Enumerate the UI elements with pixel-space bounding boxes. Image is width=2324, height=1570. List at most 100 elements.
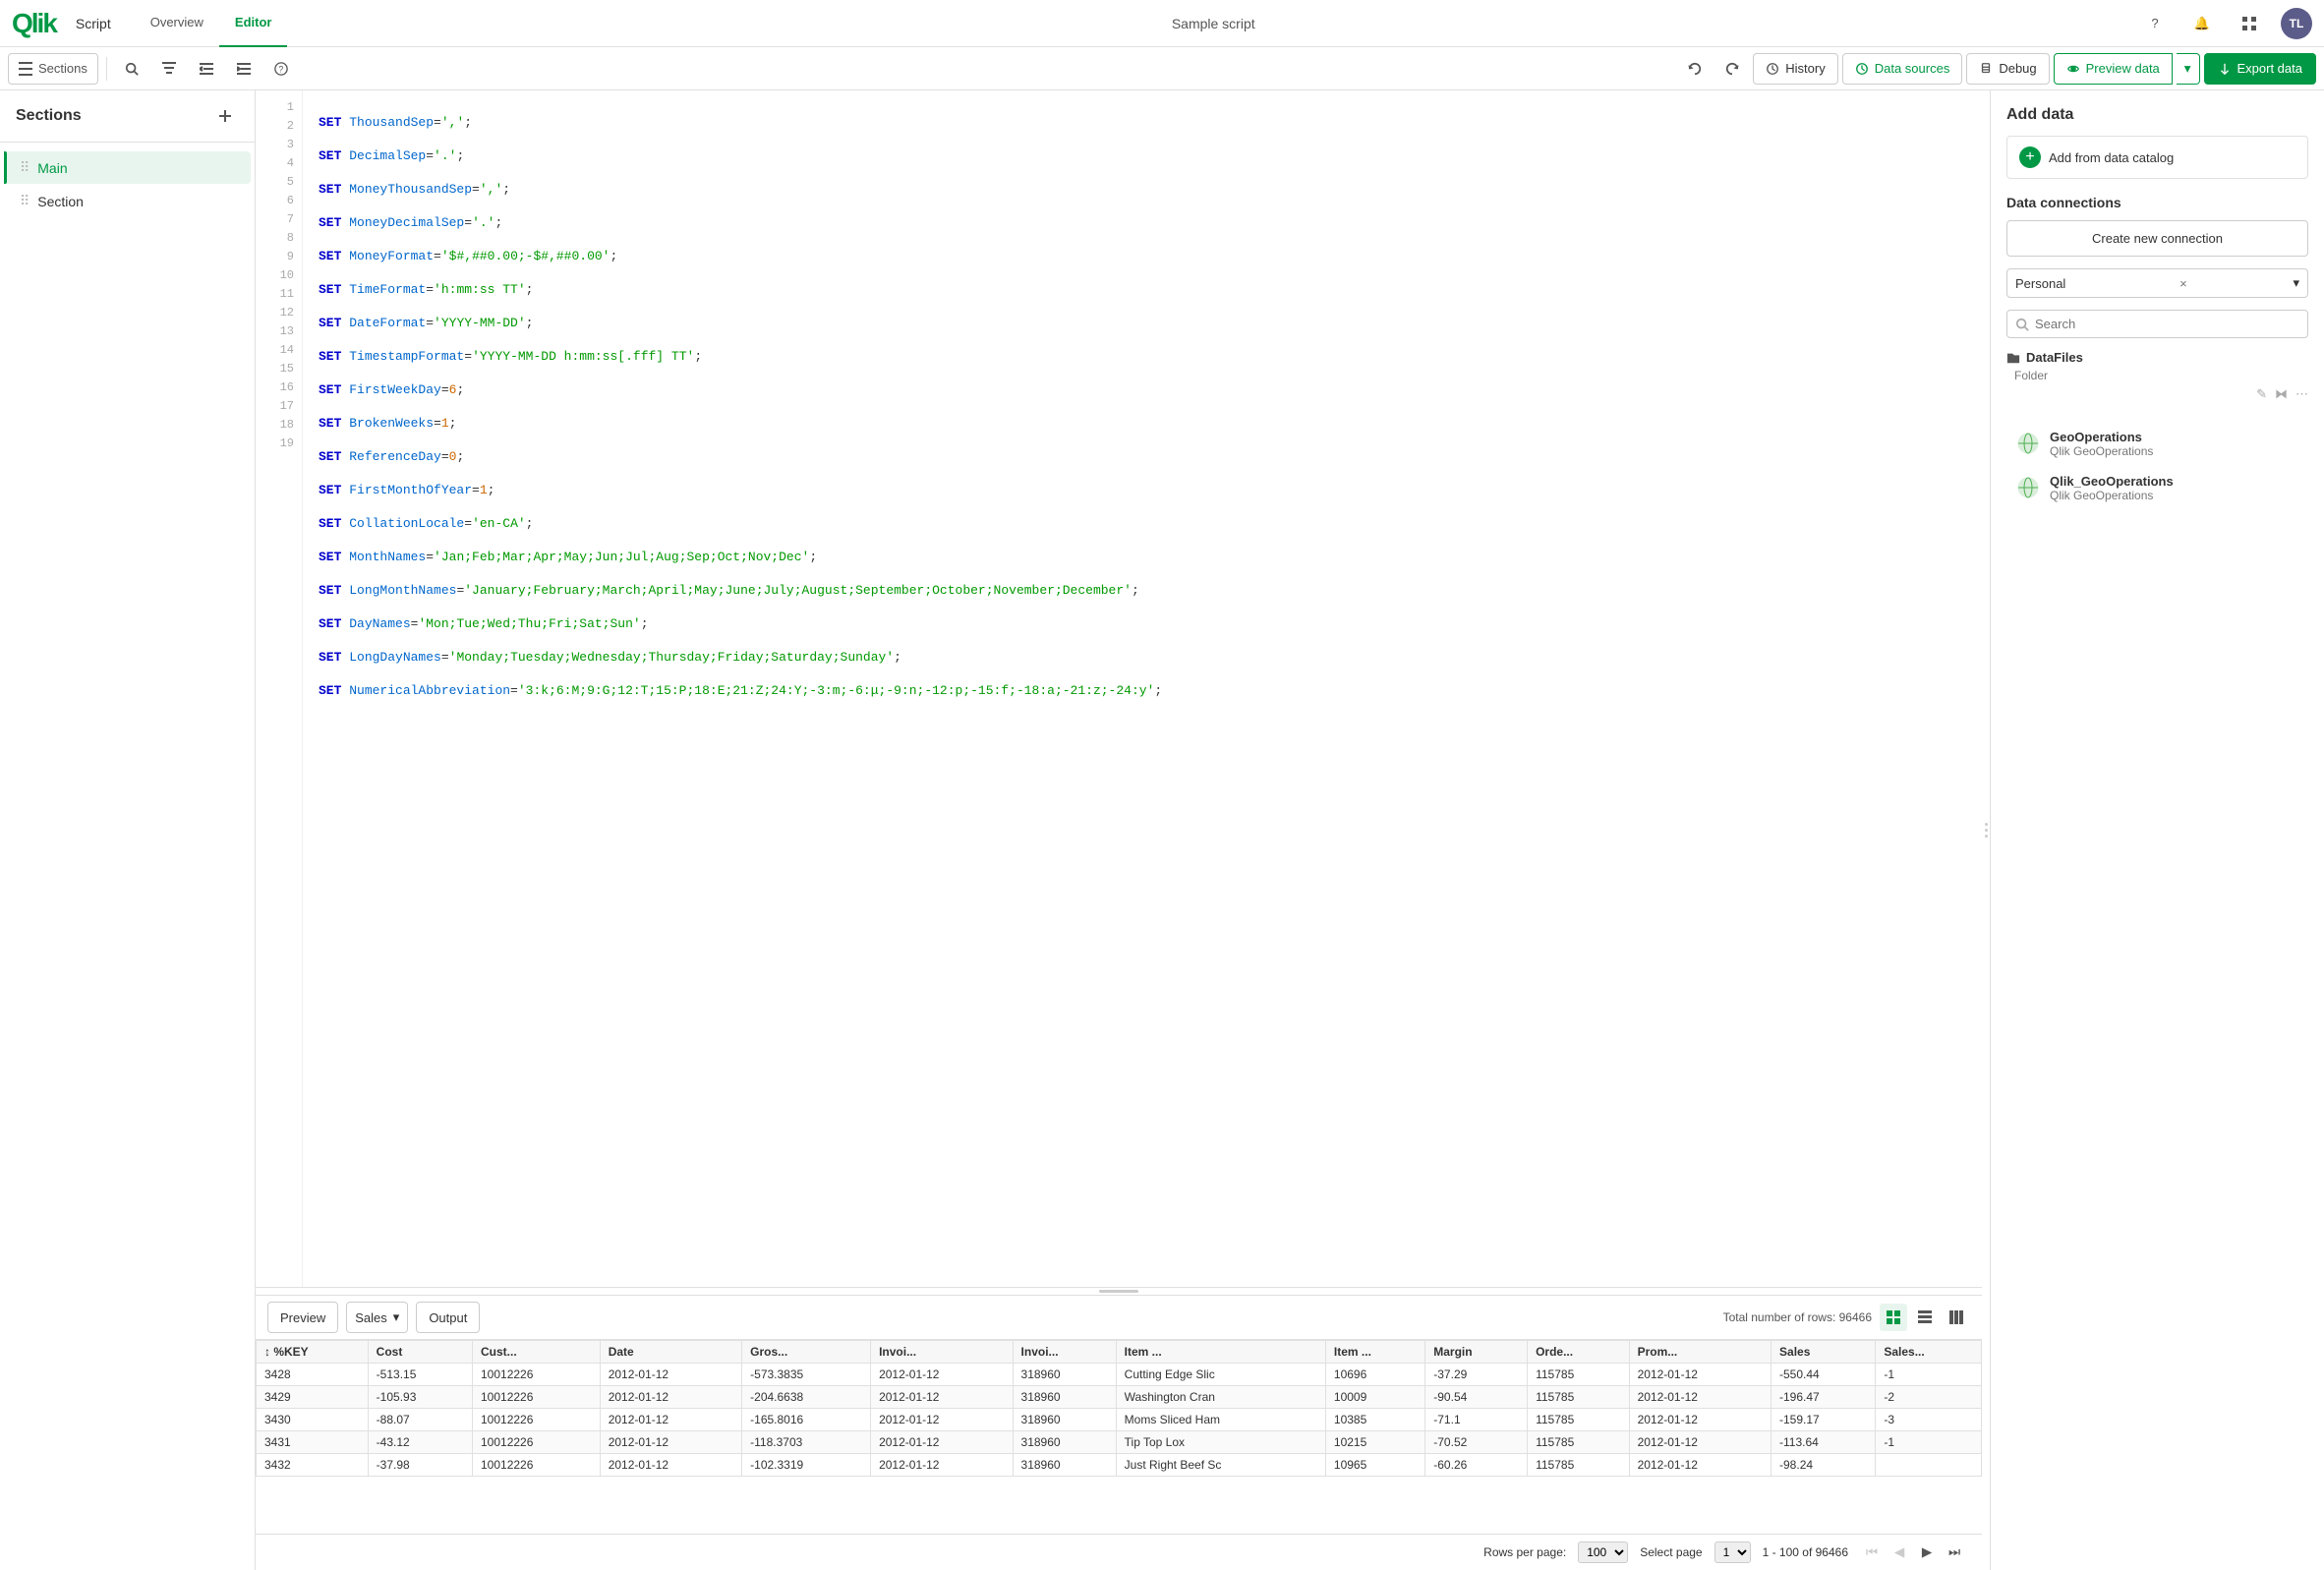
col-sales[interactable]: Sales (1772, 1341, 1876, 1364)
table-cell: 2012-01-12 (600, 1409, 741, 1431)
qlik-geoops-link-icon[interactable]: ⧓ (2249, 474, 2273, 497)
data-table-wrapper[interactable]: ↕ %KEY Cost Cust... Date Gros... Invoi..… (256, 1340, 1982, 1534)
add-section-button[interactable] (211, 102, 239, 130)
drag-handle-main[interactable]: ⠿ (20, 159, 29, 176)
search-icon (2015, 318, 2029, 331)
datafiles-folder[interactable]: DataFiles (2006, 350, 2308, 365)
col-gros[interactable]: Gros... (742, 1341, 871, 1364)
geooperations-sub: Qlik GeoOperations (2050, 444, 2214, 458)
table-row: 3428-513.15100122262012-01-12-573.383520… (257, 1364, 1982, 1386)
qlik-geooperations-info: Qlik_GeoOperations Qlik GeoOperations (2050, 474, 2214, 502)
sections-sidebar: Sections ⠿ Main 🗑 ⠿ Section 🗑 (0, 90, 256, 1570)
filter-label: Personal (2015, 276, 2065, 291)
grid-view-icon[interactable] (1880, 1304, 1907, 1331)
table-cell: -37.98 (368, 1454, 472, 1477)
sidebar-item-section[interactable]: ⠿ Section 🗑 (4, 185, 251, 217)
preview-data-label: Preview data (2086, 61, 2160, 76)
preview-data-button[interactable]: Preview data (2054, 53, 2173, 85)
sections-toggle-button[interactable]: Sections (8, 53, 98, 85)
sidebar-item-section-label: Section (37, 194, 210, 209)
page-select[interactable]: 1 (1714, 1541, 1751, 1563)
undo-button[interactable] (1678, 53, 1712, 85)
datafiles-icon3[interactable]: ⋯ (2295, 386, 2308, 402)
table-dropdown-label: Sales (355, 1310, 387, 1325)
horizontal-resize-handle[interactable] (1982, 90, 1990, 1570)
data-sources-button[interactable]: Data sources (1842, 53, 1963, 85)
export-data-button[interactable]: Export data (2204, 53, 2317, 85)
table-cell: -3 (1876, 1409, 1982, 1431)
col-key[interactable]: ↕ %KEY (257, 1341, 369, 1364)
prev-page-button[interactable]: ◀ (1888, 1541, 1911, 1564)
next-page-button[interactable]: ▶ (1915, 1541, 1939, 1564)
export-data-label: Export data (2237, 61, 2303, 76)
first-page-button[interactable]: ⏮ (1860, 1541, 1884, 1564)
apps-grid-icon[interactable] (2234, 8, 2265, 39)
sidebar-item-main[interactable]: ⠿ Main 🗑 (4, 151, 251, 184)
col-date[interactable]: Date (600, 1341, 741, 1364)
filter-dropdown-arrow[interactable]: ▾ (2293, 275, 2299, 291)
toolbar-separator-1 (106, 57, 107, 81)
datafiles-icon1[interactable]: ✎ (2256, 386, 2267, 402)
qlik-geoops-edit-icon[interactable]: ✎ (2222, 474, 2245, 497)
col-orde[interactable]: Orde... (1528, 1341, 1629, 1364)
code-lines[interactable]: SET ThousandSep=','; SET DecimalSep='.';… (303, 90, 1982, 1287)
col-item2[interactable]: Item ... (1325, 1341, 1424, 1364)
table-cell: -2 (1876, 1386, 1982, 1409)
help-icon[interactable]: ? (2139, 8, 2171, 39)
col-salesx[interactable]: Sales... (1876, 1341, 1982, 1364)
create-connection-button[interactable]: Create new connection (2006, 220, 2308, 257)
geoops-link-icon[interactable]: ⧓ (2249, 430, 2273, 453)
vertical-resize-handle[interactable] (256, 1287, 1982, 1295)
preview-data-dropdown[interactable]: ▾ (2177, 53, 2200, 85)
filter-select[interactable]: Personal × ▾ (2006, 268, 2308, 298)
table-selector[interactable]: Sales ▾ (346, 1302, 408, 1333)
columns-view-icon[interactable] (1943, 1304, 1970, 1331)
search-button[interactable] (115, 53, 148, 85)
col-prom[interactable]: Prom... (1629, 1341, 1771, 1364)
datafiles-icon2[interactable]: ⧓ (2275, 386, 2288, 402)
editor-area: 12345 678910 1112131415 16171819 SET Tho… (256, 90, 1982, 1570)
redo-button[interactable] (1715, 53, 1749, 85)
debug-button[interactable]: Debug (1966, 53, 2049, 85)
col-cust[interactable]: Cust... (473, 1341, 601, 1364)
editor-toolbar: Sections ? History Data sources Debu (0, 47, 2324, 90)
tab-overview[interactable]: Overview (135, 0, 219, 47)
table-cell: 10012226 (473, 1454, 601, 1477)
total-rows-info: Total number of rows: 96466 (1723, 1310, 1872, 1324)
table-row: 3431-43.12100122262012-01-12-118.3703201… (257, 1431, 1982, 1454)
search-input[interactable] (2035, 317, 2299, 331)
filter-clear[interactable]: × (2179, 276, 2187, 291)
qlik-geoops-more-icon[interactable]: ⋯ (2277, 474, 2300, 497)
outdent-button[interactable] (190, 53, 223, 85)
table-row: 3432-37.98100122262012-01-12-102.3319201… (257, 1454, 1982, 1477)
add-catalog-label: Add from data catalog (2049, 150, 2174, 165)
history-button[interactable]: History (1753, 53, 1837, 85)
geooperations-item[interactable]: GeoOperations Qlik GeoOperations ✎ ⧓ ⋯ (2006, 422, 2308, 466)
drag-handle-section[interactable]: ⠿ (20, 193, 29, 209)
list-view-icon[interactable] (1911, 1304, 1939, 1331)
add-from-catalog-button[interactable]: + Add from data catalog (2006, 136, 2308, 179)
tab-editor[interactable]: Editor (219, 0, 288, 47)
geoops-edit-icon[interactable]: ✎ (2222, 430, 2245, 453)
table-cell: 3430 (257, 1409, 369, 1431)
rows-per-page-select[interactable]: 100 50 25 (1578, 1541, 1628, 1563)
table-row: 3430-88.07100122262012-01-12-165.8016201… (257, 1409, 1982, 1431)
col-invoi2[interactable]: Invoi... (1013, 1341, 1116, 1364)
preview-button[interactable]: Preview (267, 1302, 338, 1333)
qlik-geooperations-item[interactable]: Qlik_GeoOperations Qlik GeoOperations ✎ … (2006, 466, 2308, 510)
notification-icon[interactable]: 🔔 (2186, 8, 2218, 39)
col-margin[interactable]: Margin (1425, 1341, 1528, 1364)
output-button[interactable]: Output (416, 1302, 480, 1333)
user-avatar[interactable]: TL (2281, 8, 2312, 39)
col-item1[interactable]: Item ... (1116, 1341, 1325, 1364)
indent-button[interactable] (227, 53, 261, 85)
code-editor[interactable]: 12345 678910 1112131415 16171819 SET Tho… (256, 90, 1982, 1287)
geooperations-name: GeoOperations (2050, 430, 2214, 444)
last-page-button[interactable]: ⏭ (1943, 1541, 1966, 1564)
col-cost[interactable]: Cost (368, 1341, 472, 1364)
geoops-more-icon[interactable]: ⋯ (2277, 430, 2300, 453)
qlik-logo: Qlik (12, 8, 56, 39)
col-invoi1[interactable]: Invoi... (871, 1341, 1013, 1364)
format-button[interactable] (152, 53, 186, 85)
help-circle-button[interactable]: ? (264, 53, 298, 85)
